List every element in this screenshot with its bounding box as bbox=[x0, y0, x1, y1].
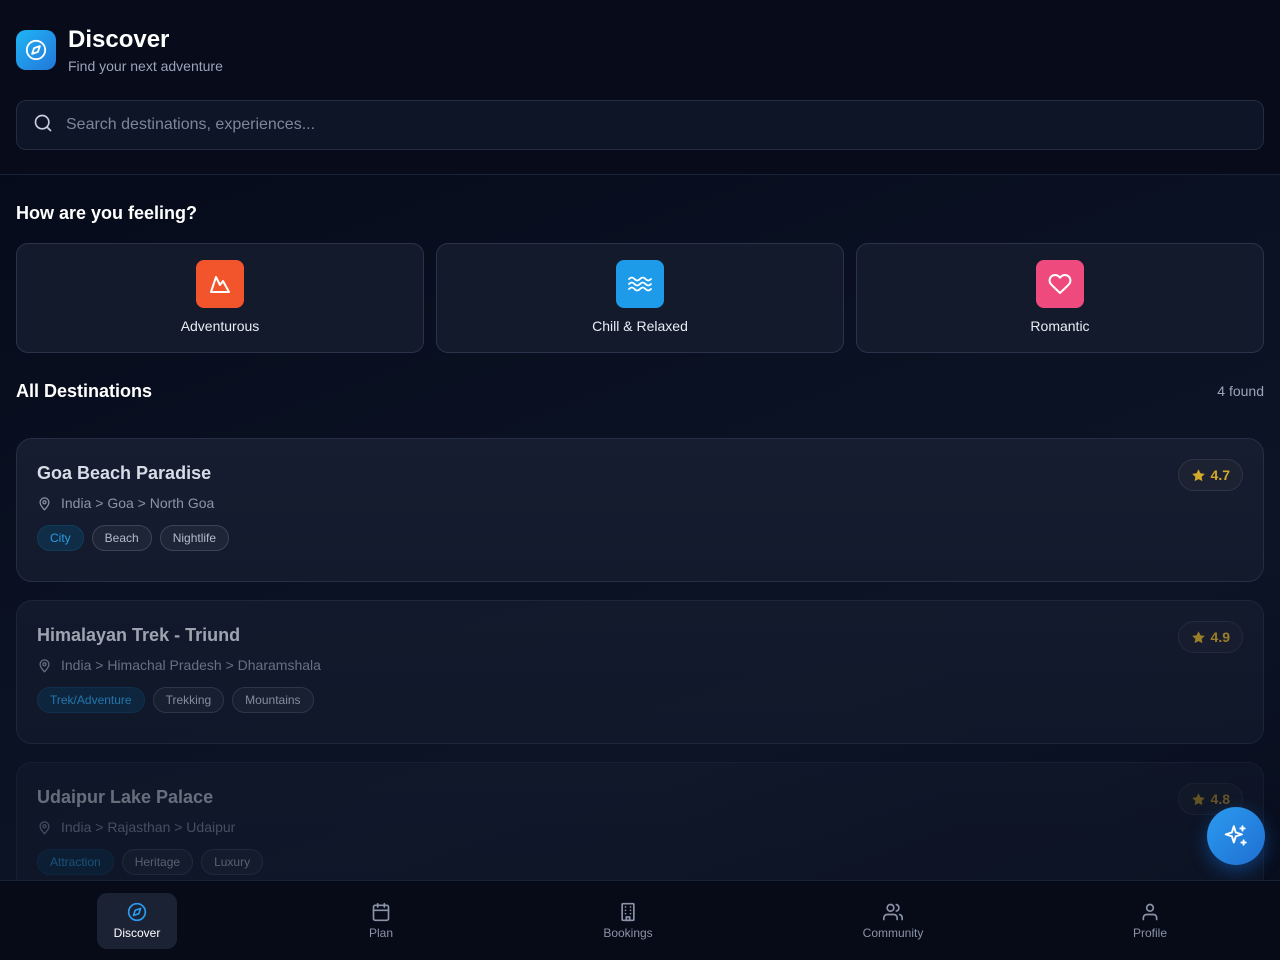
heart-icon bbox=[1036, 260, 1084, 308]
user-icon bbox=[1142, 903, 1158, 921]
rating-value: 4.7 bbox=[1210, 467, 1230, 483]
brand: Discover Find your next adventure bbox=[16, 26, 223, 74]
mood-label: Chill & Relaxed bbox=[592, 318, 688, 334]
nav-label: Bookings bbox=[603, 926, 653, 940]
bottom-nav: Discover Plan Bookings Community Profile bbox=[0, 880, 1280, 960]
destination-name: Goa Beach Paradise bbox=[37, 463, 212, 483]
destination-location: India > Goa > North Goa bbox=[37, 495, 1243, 511]
nav-plan[interactable]: Plan bbox=[341, 893, 421, 949]
header: Discover Find your next adventure bbox=[0, 0, 1280, 175]
nav-bookings[interactable]: Bookings bbox=[588, 893, 668, 949]
destination-location: India > Rajasthan > Udaipur bbox=[37, 819, 1243, 835]
mood-label: Romantic bbox=[1030, 318, 1090, 334]
building-icon bbox=[621, 902, 635, 922]
destination-name: Udaipur Lake Palace bbox=[37, 787, 214, 807]
star-icon bbox=[1191, 792, 1205, 805]
destination-name: Himalayan Trek - Triund bbox=[37, 625, 241, 645]
nav-label: Plan bbox=[368, 926, 394, 940]
waves-icon bbox=[616, 260, 664, 308]
tag[interactable]: Beach bbox=[91, 525, 152, 551]
rating-value: 4.8 bbox=[1210, 791, 1230, 807]
tag[interactable]: Heritage bbox=[121, 849, 194, 875]
location-text: India > Goa > North Goa bbox=[61, 495, 215, 511]
rating-badge: 4.9 bbox=[1177, 621, 1243, 653]
compass-icon bbox=[127, 902, 147, 922]
destination-card[interactable]: Himalayan Trek - Triund India > Himachal… bbox=[16, 600, 1264, 744]
destination-location: India > Himachal Pradesh > Dharamshala bbox=[37, 657, 1243, 673]
mood-adventurous[interactable]: Adventurous bbox=[16, 243, 424, 353]
calendar-icon bbox=[372, 902, 390, 922]
nav-discover[interactable]: Discover bbox=[97, 893, 177, 949]
mood-chill-relaxed[interactable]: Chill & Relaxed bbox=[436, 243, 844, 353]
destination-list: Goa Beach Paradise India > Goa > North G… bbox=[16, 438, 1264, 924]
search-bar[interactable] bbox=[16, 100, 1264, 150]
map-pin-icon bbox=[39, 658, 50, 673]
mountain-icon bbox=[196, 260, 244, 308]
nav-label: Profile bbox=[1132, 926, 1167, 940]
destinations-title: All Destinations bbox=[16, 381, 153, 401]
star-icon bbox=[1191, 630, 1205, 643]
nav-community[interactable]: Community bbox=[853, 893, 933, 949]
tag[interactable]: Nightlife bbox=[159, 525, 230, 551]
nav-label: Community bbox=[862, 926, 924, 940]
destination-card[interactable]: Goa Beach Paradise India > Goa > North G… bbox=[16, 438, 1264, 582]
page-title: Discover bbox=[68, 26, 170, 53]
tag[interactable]: City bbox=[37, 525, 84, 551]
mood-label: Adventurous bbox=[180, 318, 260, 334]
tag[interactable]: Attraction bbox=[37, 849, 114, 875]
nav-label: Discover bbox=[113, 926, 161, 940]
map-pin-icon bbox=[39, 820, 50, 835]
compass-icon bbox=[16, 30, 56, 70]
tag-list: Trek/Adventure Trekking Mountains bbox=[37, 687, 1243, 713]
map-pin-icon bbox=[39, 496, 50, 511]
tag[interactable]: Trek/Adventure bbox=[37, 687, 145, 713]
tag[interactable]: Trekking bbox=[152, 687, 225, 713]
tag[interactable]: Mountains bbox=[232, 687, 314, 713]
results-count: 4 found bbox=[1217, 383, 1264, 399]
mood-romantic[interactable]: Romantic bbox=[856, 243, 1264, 353]
mood-list: Adventurous Chill & Relaxed Romantic bbox=[16, 243, 1264, 353]
mood-section-title: How are you feeling? bbox=[16, 203, 198, 223]
rating-value: 4.9 bbox=[1210, 629, 1230, 645]
tag[interactable]: Luxury bbox=[201, 849, 264, 875]
users-icon bbox=[883, 903, 903, 921]
search-icon bbox=[33, 113, 53, 138]
page-subtitle: Find your next adventure bbox=[68, 58, 223, 74]
location-text: India > Himachal Pradesh > Dharamshala bbox=[61, 657, 321, 673]
rating-badge: 4.7 bbox=[1177, 459, 1243, 491]
search-input[interactable] bbox=[66, 105, 1263, 145]
nav-profile[interactable]: Profile bbox=[1110, 893, 1190, 949]
tag-list: Attraction Heritage Luxury bbox=[37, 849, 1243, 875]
ai-assistant-button[interactable] bbox=[1207, 807, 1265, 865]
star-icon bbox=[1191, 468, 1205, 481]
sparkles-icon bbox=[1224, 825, 1247, 846]
tag-list: City Beach Nightlife bbox=[37, 525, 1243, 551]
location-text: India > Rajasthan > Udaipur bbox=[61, 819, 236, 835]
